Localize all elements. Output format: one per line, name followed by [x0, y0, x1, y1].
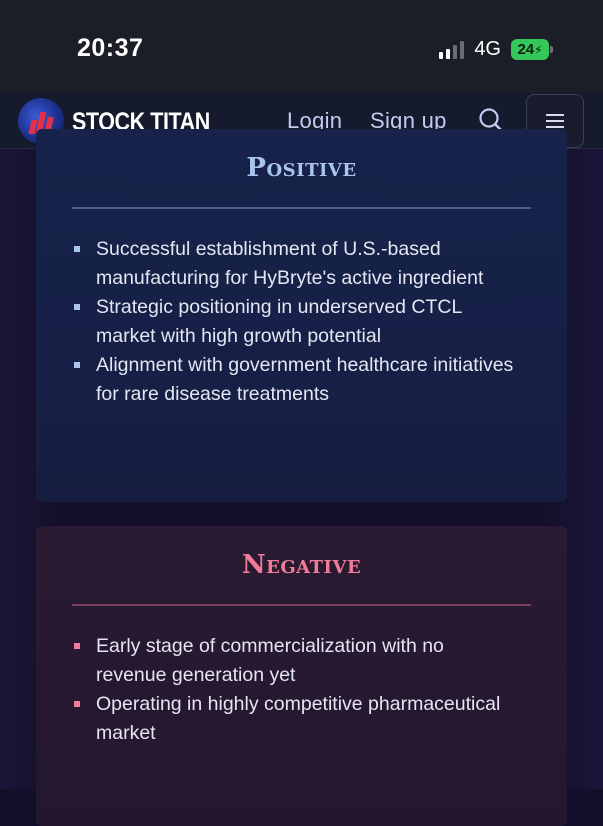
positive-item: Successful establishment of U.S.-based m…: [72, 235, 517, 293]
status-time: 20:37: [77, 34, 144, 62]
status-bar: 20:37 4G 24 ⚡: [0, 0, 603, 93]
battery-level: 24: [517, 41, 535, 58]
positive-divider: [72, 207, 531, 209]
main-content: Positive Successful establishment of U.S…: [0, 129, 603, 826]
network-type: 4G: [474, 38, 501, 60]
negative-item: Early stage of commercialization with no…: [72, 632, 517, 690]
hamburger-menu-icon: [546, 114, 564, 128]
cellular-signal-icon: [439, 40, 465, 59]
negative-list: Early stage of commercialization with no…: [72, 632, 517, 748]
status-indicators: 4G 24 ⚡: [439, 38, 553, 61]
negative-divider: [72, 604, 531, 606]
battery-icon: 24 ⚡: [511, 39, 553, 60]
positive-item: Strategic positioning in underserved CTC…: [72, 293, 517, 351]
negative-title: Negative: [241, 550, 362, 580]
positive-list: Successful establishment of U.S.-based m…: [72, 235, 517, 409]
negative-card: Negative Early stage of commercializatio…: [36, 526, 567, 826]
negative-item: Operating in highly competitive pharmace…: [72, 690, 517, 748]
positive-title: Positive: [246, 153, 357, 183]
positive-item: Alignment with government healthcare ini…: [72, 351, 517, 409]
positive-card: Positive Successful establishment of U.S…: [36, 129, 567, 502]
